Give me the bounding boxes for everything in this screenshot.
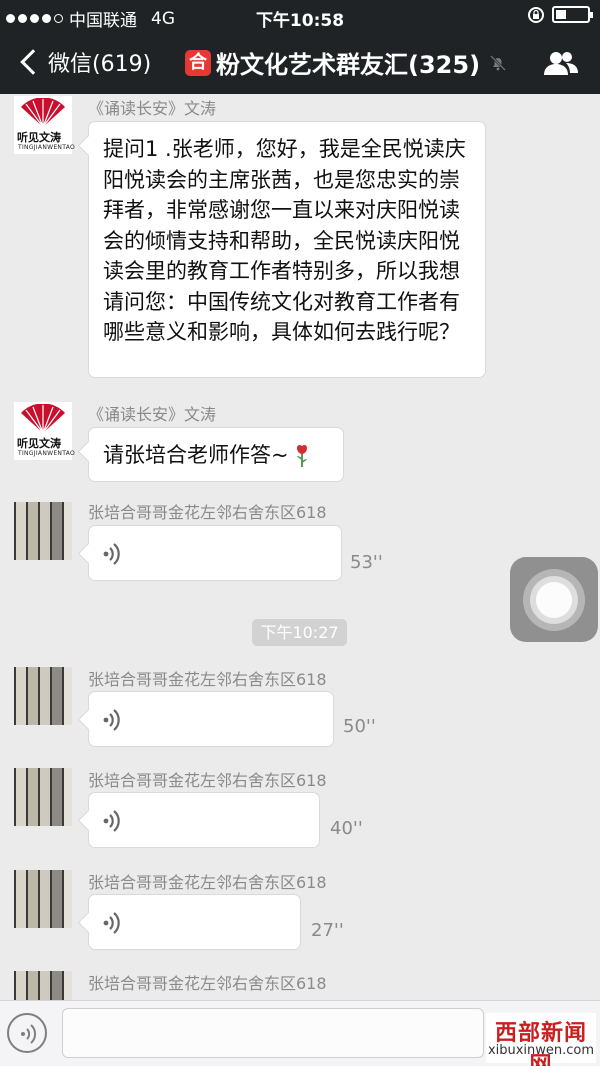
rotation-lock-icon xyxy=(528,6,544,23)
avatar-caption: 听见文涛 xyxy=(17,131,61,144)
battery-icon xyxy=(552,6,593,23)
voice-wave-icon xyxy=(103,709,120,731)
time-divider: 下午10:27 xyxy=(252,619,347,646)
status-right xyxy=(528,6,593,23)
message-bubble[interactable]: 提问1 .张老师，您好，我是全民悦读庆阳悦读会的主席张茜，也是您忠实的崇拜者，非… xyxy=(88,121,486,378)
chat-title-text: 粉文化艺术群友汇(325) xyxy=(216,51,481,79)
status-time: 下午10:58 xyxy=(255,11,345,31)
avatar[interactable] xyxy=(14,502,72,560)
voice-input-toggle[interactable] xyxy=(7,1013,47,1053)
message-text: 请张培合老师作答~ xyxy=(103,443,289,467)
sender-name: 张培合哥哥金花左邻右舍东区618 xyxy=(88,670,327,689)
voice-icon xyxy=(21,1024,37,1044)
voice-wave-icon xyxy=(103,810,120,832)
group-members-icon[interactable] xyxy=(544,49,578,77)
avatar-caption-en: TINGJIANWENTAO xyxy=(18,450,76,457)
avatar-caption: 听见文涛 xyxy=(17,437,61,450)
voice-message[interactable] xyxy=(88,792,320,848)
voice-message[interactable] xyxy=(88,691,334,747)
message-text: 提问1 .张老师，您好，我是全民悦读庆阳悦读会的主席张茜，也是您忠实的崇拜者，非… xyxy=(103,137,466,344)
voice-duration: 40'' xyxy=(330,818,363,839)
watermark-text: 西部新闻网 xyxy=(494,1020,587,1066)
voice-wave-icon xyxy=(103,912,120,934)
rose-icon xyxy=(296,444,307,467)
voice-message[interactable] xyxy=(88,894,301,950)
sender-name: 张培合哥哥金花左邻右舍东区618 xyxy=(88,771,327,790)
back-label: 微信(619) xyxy=(48,52,152,77)
status-bar: 中国联通 4G 下午10:58 xyxy=(0,0,600,32)
chat-area[interactable]: 听见文涛 TINGJIANWENTAO 《诵读长安》文涛 提问1 .张老师，您好… xyxy=(0,94,600,1000)
voice-message[interactable] xyxy=(88,525,342,581)
assistive-touch-button[interactable] xyxy=(510,557,598,642)
chevron-left-icon xyxy=(20,49,46,75)
avatar[interactable]: 听见文涛 TINGJIANWENTAO xyxy=(14,402,76,460)
avatar[interactable] xyxy=(14,667,72,725)
watermark-logo: 西部新闻网 xibuxinwen.com xyxy=(486,1013,596,1066)
message-input[interactable] xyxy=(62,1008,484,1058)
title-badge: 合 xyxy=(185,49,211,76)
sender-name: 张培合哥哥金花左邻右舍东区618 xyxy=(88,873,327,892)
voice-duration: 50'' xyxy=(343,716,376,737)
message-bubble[interactable]: 请张培合老师作答~ xyxy=(88,427,344,482)
mute-bell-icon xyxy=(490,54,506,71)
sender-name: 张培合哥哥金花左邻右舍东区618 xyxy=(88,974,327,993)
voice-duration: 53'' xyxy=(350,552,383,573)
avatar[interactable] xyxy=(14,768,72,826)
sender-name: 张培合哥哥金花左邻右舍东区618 xyxy=(88,503,327,522)
nav-bar: 微信(619) 合 粉文化艺术群友汇(325) xyxy=(0,32,600,94)
voice-duration: 27'' xyxy=(311,920,344,941)
sender-name: 《诵读长安》文涛 xyxy=(88,99,217,118)
avatar[interactable]: 听见文涛 TINGJIANWENTAO xyxy=(14,96,76,154)
avatar[interactable] xyxy=(14,971,72,1000)
voice-wave-icon xyxy=(103,543,120,565)
avatar[interactable] xyxy=(14,870,72,928)
back-button[interactable]: 微信(619) xyxy=(16,46,151,78)
sender-name: 《诵读长安》文涛 xyxy=(88,405,217,424)
fan-logo-icon xyxy=(21,98,65,128)
chat-title: 合 粉文化艺术群友汇(325) xyxy=(185,45,507,80)
fan-logo-icon xyxy=(21,404,65,434)
watermark-url: xibuxinwen.com xyxy=(487,1043,595,1058)
avatar-caption-en: TINGJIANWENTAO xyxy=(18,144,76,151)
